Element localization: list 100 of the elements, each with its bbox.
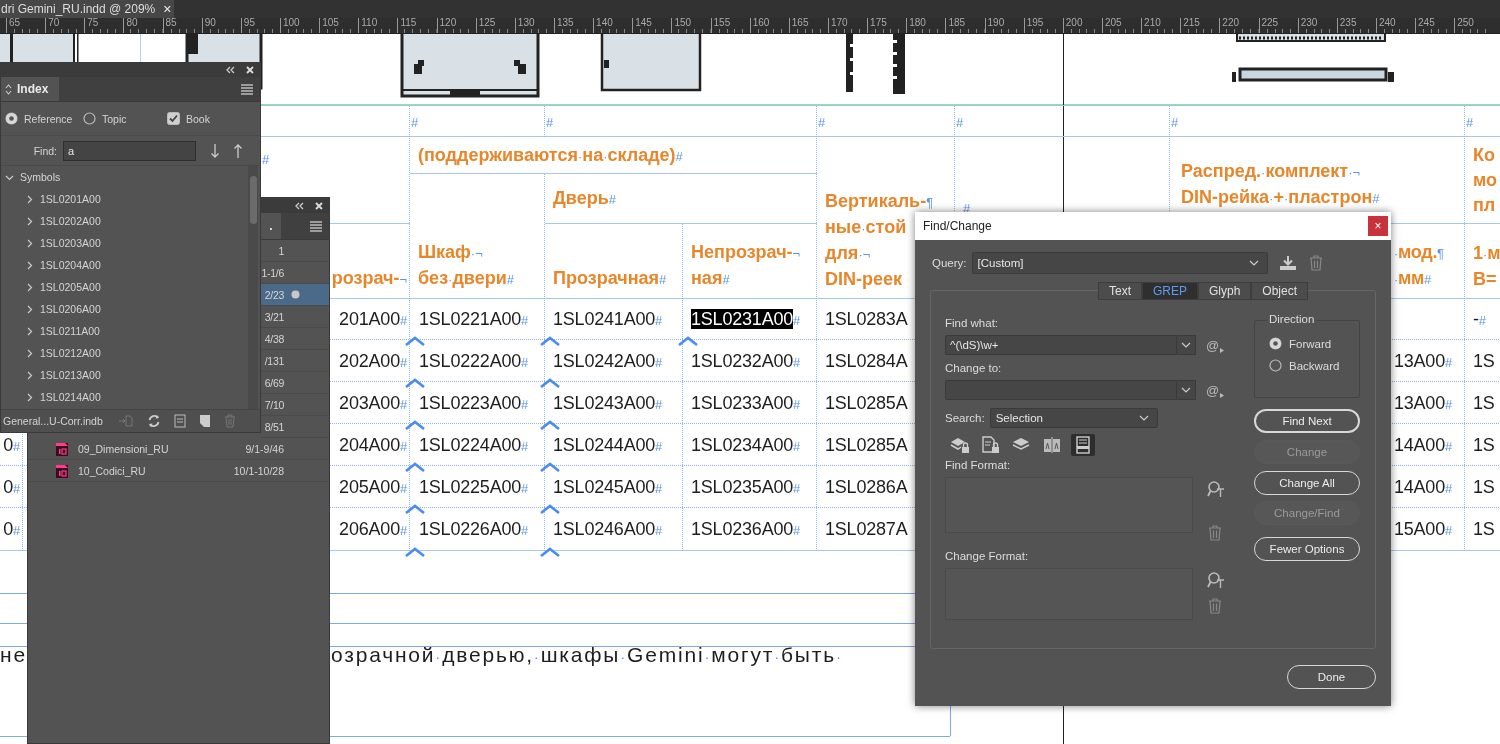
cell-text: 1SL0232A00#	[691, 350, 801, 372]
tree-item[interactable]: 1SL0206A00	[1, 298, 248, 320]
dropdown-button[interactable]	[1177, 335, 1196, 355]
column-header: ·мод.¶ ·мм#	[1394, 241, 1444, 290]
change-to-field[interactable]	[945, 380, 1177, 400]
updown-icon	[5, 83, 12, 95]
radio-icon	[5, 112, 18, 125]
document-icon	[54, 440, 70, 457]
cell-text: 1SL0286A	[825, 476, 908, 498]
arrow-up-icon[interactable]	[233, 142, 243, 159]
tree-item[interactable]: Symbols	[1, 166, 248, 188]
button[interactable]: Find Next	[1254, 409, 1360, 433]
caret-icon	[1220, 392, 1225, 398]
special-characters-button[interactable]: @	[1206, 337, 1225, 353]
page-range: 6/69	[263, 376, 284, 389]
radio-button[interactable]: Backward	[1269, 359, 1359, 372]
cell-text: 1SL0233A00#	[691, 392, 801, 414]
tree-item[interactable]: 1SL0213A00	[1, 364, 248, 386]
dropdown-button[interactable]	[1177, 380, 1196, 400]
magnifier-icon[interactable]	[1207, 480, 1225, 498]
tree-item[interactable]: 1SL0205A00	[1, 276, 248, 298]
column-header: #	[411, 113, 419, 132]
tree-item[interactable]: 1SL0211A00	[1, 320, 248, 342]
book-row[interactable]: 10_Codici_RU 10/1-10/28	[28, 460, 329, 482]
cell-text: 0#	[3, 519, 20, 540]
book-row[interactable]: 2/23	[261, 284, 329, 306]
cell-text: 1SL0285A	[825, 392, 908, 414]
tree-item[interactable]: 1SL0203A00	[1, 232, 248, 254]
body-text: не	[0, 643, 27, 667]
column-header: #	[1466, 113, 1474, 132]
field-label: Change to:	[945, 362, 1003, 376]
document-name: 10_Codici_RU	[78, 464, 147, 477]
tab[interactable]: GREP	[1141, 282, 1198, 300]
close-icon[interactable]	[245, 65, 255, 75]
new-page-icon[interactable]	[198, 414, 211, 428]
file-name: General...U-Corr.indb	[3, 415, 103, 427]
page-range: 4/38	[263, 332, 284, 345]
note-icon[interactable]	[1071, 434, 1095, 456]
cell-text: 1SL0221A00#	[419, 309, 529, 330]
book-row[interactable]: 09_Dimensioni_RU 9/1-9/46	[28, 438, 329, 460]
column-header: #	[262, 151, 270, 169]
tree-item[interactable]: 1SL0214A00	[1, 386, 248, 408]
radio-button[interactable]: Reference	[5, 112, 83, 125]
tree-item[interactable]: 1SL0201A00	[1, 188, 248, 210]
tree-item[interactable]: 1SL0212A00	[1, 342, 248, 364]
column-header: розрач-¬	[331, 267, 407, 290]
column-header: Шкаф·¬ без·двери#	[418, 241, 514, 290]
page-range: /131	[263, 354, 284, 367]
save-icon[interactable]	[1277, 255, 1298, 271]
button[interactable]: Fewer Options	[1254, 537, 1360, 561]
caret-icon	[1248, 260, 1259, 266]
column-header: Ко мо пл	[1473, 144, 1498, 217]
done-button[interactable]: Done	[1287, 665, 1376, 689]
tab[interactable]: Text	[1097, 282, 1142, 300]
menu-icon[interactable]	[309, 219, 323, 233]
field-label: Find what:	[945, 317, 1000, 331]
column-header: Распред.·комплект·¬ DIN-рейка·+·пластрон#	[1181, 160, 1380, 209]
collapse-icon[interactable]	[294, 200, 304, 211]
group-label: Direction	[1267, 313, 1317, 325]
cell-text: 14A00#	[1393, 476, 1452, 498]
query-dropdown[interactable]: [Custom]	[971, 252, 1268, 274]
page-icon[interactable]	[173, 414, 186, 428]
document-tab[interactable]: dri Gemini_RU.indd @ 209% ×	[0, 0, 174, 18]
special-characters-button[interactable]: @	[1206, 382, 1225, 398]
column-header: Непрозрач-¬ ная#	[691, 241, 801, 290]
cell-text: 1S	[1473, 476, 1495, 498]
refresh-icon[interactable]	[146, 414, 161, 428]
field-label: Change Format:	[945, 550, 1030, 564]
panel-tab[interactable]: .	[261, 213, 281, 239]
search-dropdown[interactable]: Selection	[989, 408, 1158, 428]
panel-tab[interactable]: Index	[1, 77, 59, 101]
arrow-down-icon[interactable]	[210, 142, 220, 159]
column-header: #	[818, 113, 826, 132]
checkbox[interactable]: Book	[167, 112, 210, 125]
tab[interactable]: Object	[1251, 282, 1309, 300]
radio-button[interactable]: Forward	[1269, 337, 1359, 350]
field-label: Query:	[932, 257, 967, 269]
column-header: (поддерживаются·на·складе)#	[418, 143, 683, 167]
cell-text: 1SL0223A00#	[419, 392, 529, 414]
column-header: ные·стой для·¬ DIN-реек	[825, 216, 907, 291]
tab[interactable]: Glyph	[1198, 282, 1252, 300]
cell-text: 1SL0243A00#	[553, 392, 663, 414]
search-field[interactable]: a	[63, 140, 196, 161]
menu-icon[interactable]	[240, 82, 254, 96]
close-button[interactable]: ×	[163, 2, 172, 16]
close-icon[interactable]	[314, 200, 324, 211]
field-label: Find:	[32, 144, 58, 157]
radio-button[interactable]: Topic	[83, 112, 161, 125]
cell-text: 1SL0242A00#	[553, 350, 663, 372]
collapse-icon[interactable]	[225, 65, 235, 75]
find-what-field[interactable]: ^(\dS)\w+	[945, 335, 1177, 355]
radio-icon	[1269, 337, 1282, 350]
tree-item[interactable]: 1SL0204A00	[1, 254, 248, 276]
close-button[interactable]: ×	[1368, 216, 1388, 236]
tree-item[interactable]: 1SL0202A00	[1, 210, 248, 232]
scrollbar[interactable]	[248, 166, 258, 409]
column-header: #	[956, 113, 964, 132]
cell-text: 202A00#	[339, 350, 407, 372]
button[interactable]: Change All	[1254, 471, 1360, 495]
magnifier-icon[interactable]	[1207, 571, 1225, 589]
